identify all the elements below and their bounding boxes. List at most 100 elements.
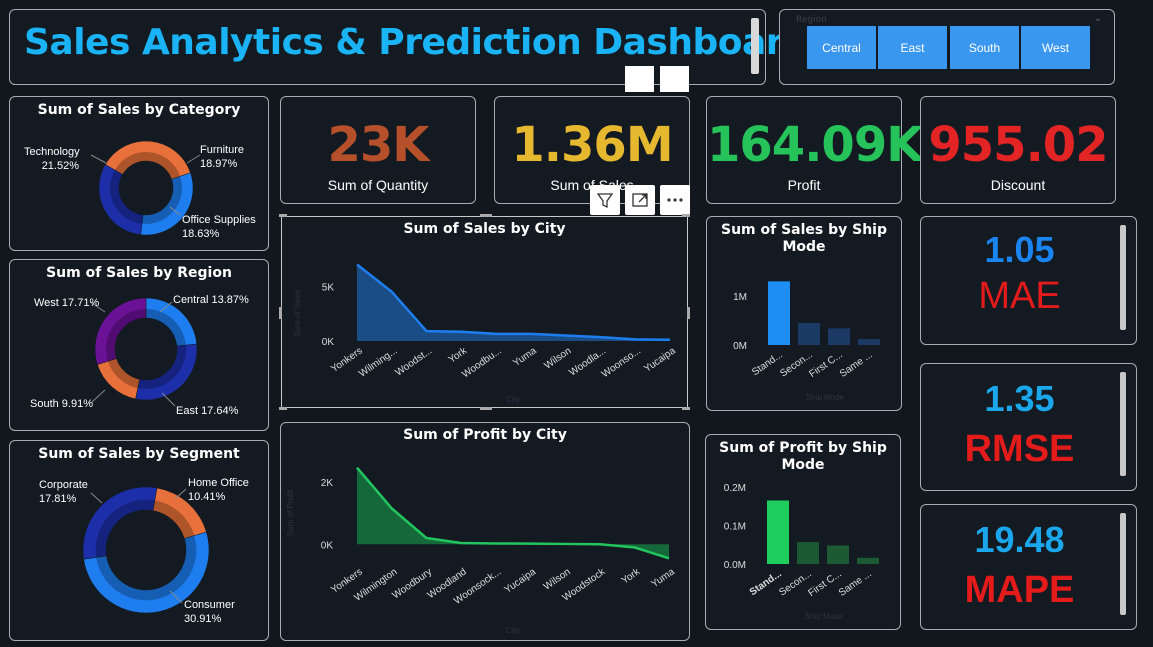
slicer-option-east[interactable]: East	[878, 26, 947, 69]
visual-toolbar	[590, 185, 690, 215]
page-title: Sales Analytics & Prediction Dashboard	[24, 22, 809, 63]
ship-profit-bar-chart[interactable]: Ship Mode 0.2M0.1M0.0MStand...Secon...Fi…	[706, 435, 902, 631]
kpi-discount-card: 955.02 Discount	[920, 96, 1116, 204]
label-home-office: Home Office 10.41%	[188, 477, 249, 503]
profit-city-area-chart[interactable]: Sum of Profit City 0K2KYonkersWilmington…	[281, 423, 691, 642]
x-axis-label: Ship Mode	[805, 612, 844, 621]
bar[interactable]	[858, 339, 880, 345]
mae-card: 1.05 MAE	[920, 216, 1137, 345]
y-tick-label: 0.0M	[724, 560, 746, 571]
resize-handle[interactable]	[279, 307, 282, 319]
label-consumer: Consumer 30.91%	[184, 599, 235, 625]
overlay-block	[625, 66, 654, 92]
x-tick-label: Stand...	[748, 568, 784, 598]
x-tick-label: Yuma	[649, 566, 677, 590]
filter-icon[interactable]	[590, 185, 620, 215]
region-chart-card: Sum of Sales by Region West 17.71% Centr…	[9, 259, 269, 431]
y-tick-label: 0.1M	[724, 522, 746, 533]
mae-value: 1.05	[984, 229, 1055, 270]
label-east: East 17.64%	[176, 405, 239, 417]
resize-handle[interactable]	[480, 214, 492, 217]
y-axis-label: Sum of Sales	[293, 289, 302, 337]
bar[interactable]	[827, 545, 849, 564]
kpi-profit-value: 164.09K	[707, 117, 923, 173]
bar[interactable]	[767, 500, 789, 564]
title-scrollbar[interactable]	[751, 18, 759, 74]
bar[interactable]	[797, 542, 819, 564]
mape-card: 19.48 MAPE	[920, 504, 1137, 630]
kpi-quantity-label: Sum of Quantity	[327, 177, 429, 193]
y-axis-label: Sum of Profit	[286, 489, 295, 536]
label-west: West 17.71%	[34, 297, 100, 309]
slicer-option-south[interactable]: South	[950, 26, 1019, 69]
x-axis-label: Ship Mode	[806, 393, 845, 402]
y-tick-label: 1M	[733, 292, 747, 303]
more-options-icon[interactable]	[660, 185, 690, 215]
x-tick-label: Yucaipa	[642, 345, 678, 375]
x-tick-label: Same ...	[838, 349, 875, 379]
rmse-value: 1.35	[984, 378, 1055, 419]
kpi-discount-value: 955.02	[928, 117, 1108, 173]
rmse-label: RMSE	[964, 428, 1075, 470]
x-tick-label: Woonso...	[600, 345, 643, 380]
sales-city-area-chart[interactable]: Sum of Sales City 0K5KYonkersWilming...W…	[282, 217, 689, 409]
ship-sales-bar-chart[interactable]: Ship Mode 1M0MStand...Secon...First C...…	[707, 217, 903, 412]
resize-handle[interactable]	[687, 307, 690, 319]
area-fill	[357, 264, 670, 341]
x-tick-label: York	[447, 345, 470, 366]
x-tick-label: Woodst...	[394, 345, 435, 378]
label-office-supplies: Office Supplies 18.63%	[182, 214, 256, 240]
slicer-option-west[interactable]: West	[1021, 26, 1090, 69]
mape-value: 19.48	[974, 519, 1065, 560]
bar[interactable]	[857, 557, 879, 564]
overlay-block	[660, 66, 689, 92]
scrollbar[interactable]	[1120, 225, 1126, 330]
sales-city-chart-card[interactable]: Sum of Sales by City Sum of Sales City 0…	[279, 214, 690, 410]
bar[interactable]	[768, 281, 790, 345]
ship-sales-chart-card: Sum of Sales by Ship Mode Ship Mode 1M 0M…	[706, 216, 902, 411]
y-tick-label: 0K	[322, 337, 335, 348]
x-tick-label: Yuma	[511, 345, 539, 369]
y-tick-label: 2K	[321, 478, 334, 489]
mae-label: MAE	[978, 275, 1061, 317]
donut-slice-east[interactable]	[135, 343, 198, 401]
slicer-chevron-icon[interactable]: ⌄	[1094, 13, 1102, 24]
y-tick-label: 0.2M	[724, 483, 746, 494]
x-tick-label: Woodbu...	[460, 345, 504, 380]
y-tick-label: 5K	[322, 282, 335, 293]
resize-handle[interactable]	[682, 407, 690, 410]
donut-slice-corporate[interactable]	[82, 486, 158, 560]
scrollbar[interactable]	[1120, 372, 1126, 476]
kpi-discount-label: Discount	[990, 177, 1046, 193]
bar[interactable]	[798, 322, 820, 345]
x-axis-label: City	[506, 395, 520, 404]
slicer-option-central[interactable]: Central	[807, 26, 876, 69]
label-central: Central 13.87%	[173, 294, 249, 306]
category-chart-card: Sum of Sales by Category Technology 21.52…	[9, 96, 269, 251]
bar[interactable]	[828, 328, 850, 345]
ship-profit-chart-card: Sum of Profit by Ship Mode Ship Mode 0.2…	[705, 434, 901, 630]
profit-city-chart-card: Sum of Profit by City Sum of Profit City…	[280, 422, 690, 641]
scrollbar[interactable]	[1120, 513, 1126, 615]
label-south: South 9.91%	[30, 398, 93, 410]
slicer-header: Region	[796, 15, 827, 25]
x-tick-label: Wilming...	[357, 345, 399, 379]
kpi-profit-label: Profit	[787, 177, 821, 193]
resize-handle[interactable]	[279, 407, 287, 410]
rmse-card: 1.35 RMSE	[920, 363, 1137, 491]
x-axis-label: City	[506, 626, 520, 635]
label-technology: Technology 21.52%	[24, 146, 80, 172]
focus-mode-icon[interactable]	[625, 185, 655, 215]
x-tick-label: Yucaipa	[503, 566, 539, 596]
kpi-quantity-card: 23K Sum of Quantity	[280, 96, 476, 204]
kpi-sales-value: 1.36M	[511, 117, 673, 173]
resize-handle[interactable]	[279, 214, 287, 217]
x-tick-label: First C...	[807, 349, 844, 380]
mape-label: MAPE	[964, 569, 1075, 611]
region-slicer: Region ⌄ Central East South West	[779, 9, 1115, 85]
label-corporate: Corporate 17.81%	[39, 479, 88, 505]
resize-handle[interactable]	[682, 214, 690, 217]
x-tick-label: Same ...	[837, 568, 874, 598]
segment-chart-card: Sum of Sales by Segment Corporate 17.81% …	[9, 440, 269, 641]
resize-handle[interactable]	[480, 407, 492, 410]
